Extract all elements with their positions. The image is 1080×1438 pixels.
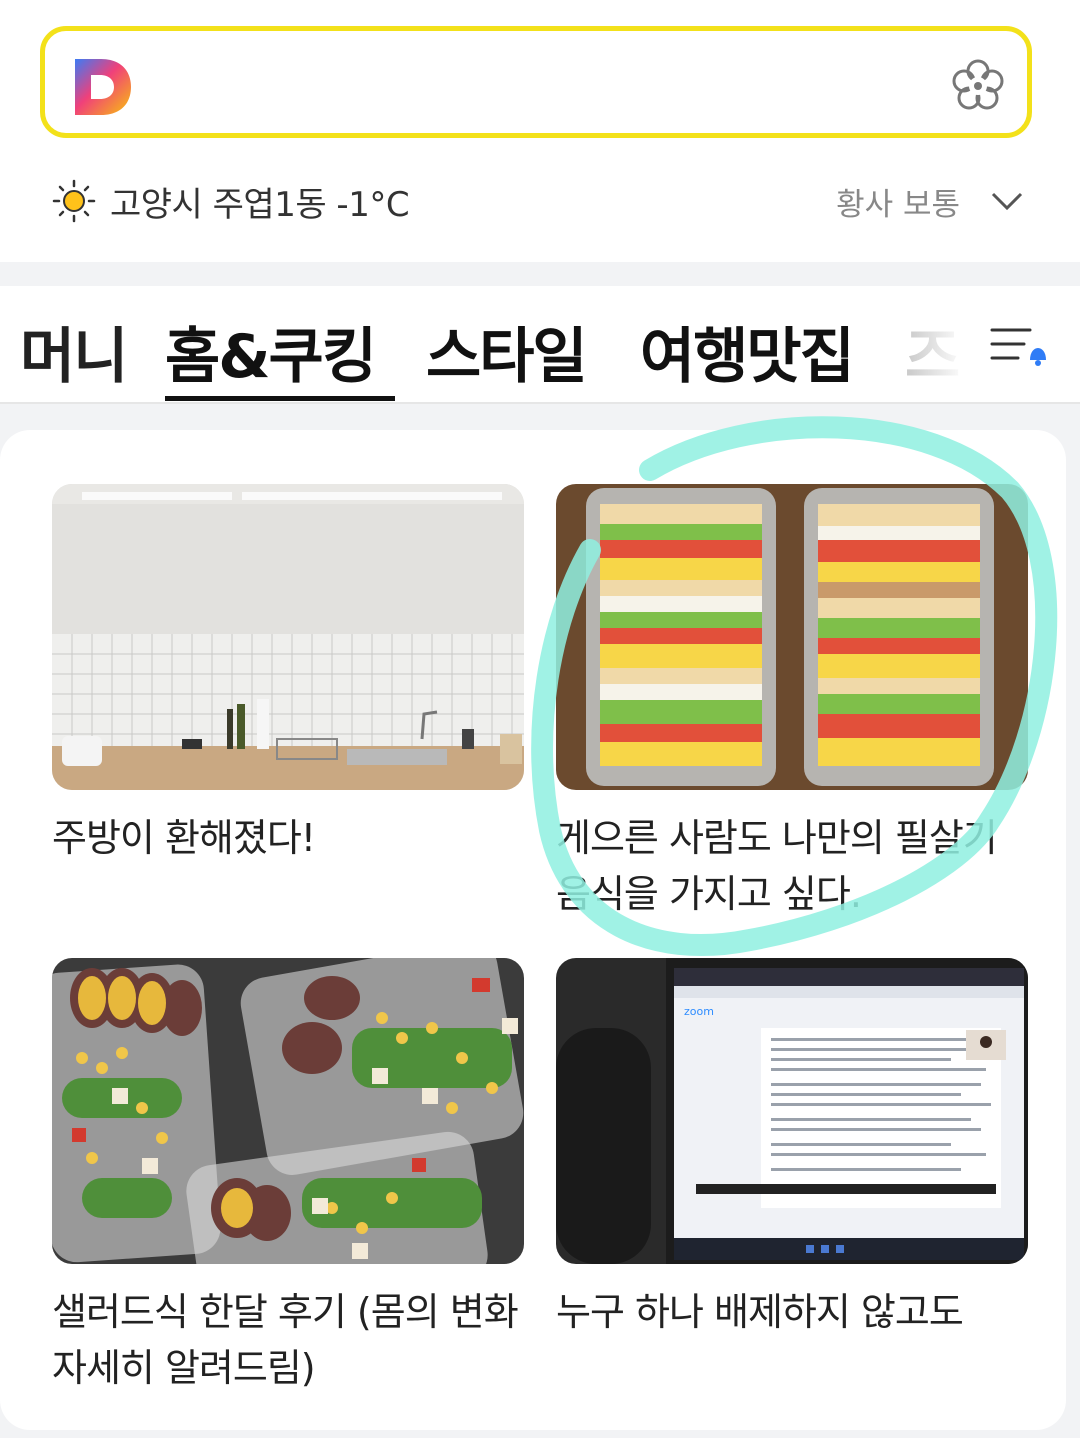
weather-location-temp: 고양시 주엽1동 -1°C	[110, 184, 410, 225]
tab-style[interactable]: 스타일	[426, 308, 588, 395]
article-item[interactable]: 게으른 사람도 나만의 필살기 음식을 가지고 싶다.	[556, 484, 1028, 922]
tab-home-cooking[interactable]: 홈&쿠킹	[165, 308, 377, 395]
content-card: 주방이 환해졌다! 게으른 사람도 나만의 필살기 음식을 가지고 싶다. 샐러…	[0, 430, 1066, 1430]
weather-widget[interactable]: 고양시 주엽1동 -1°C	[52, 176, 410, 226]
tab-money[interactable]: 머니	[20, 308, 128, 395]
category-tabs: 머니 홈&쿠킹 스타일 여행맛집 즈	[0, 286, 1080, 404]
search-box[interactable]	[40, 26, 1032, 138]
top-bar: 고양시 주엽1동 -1°C 황사 보통	[0, 0, 1080, 262]
article-title[interactable]: 게으른 사람도 나만의 필살기 음식을 가지고 싶다.	[556, 810, 1028, 922]
article-title[interactable]: 주방이 환해졌다!	[52, 810, 524, 866]
tab-travel-food[interactable]: 여행맛집	[640, 308, 855, 395]
article-thumbnail-kitchen[interactable]	[52, 484, 524, 790]
article-title[interactable]: 누구 하나 배제하지 않고도	[556, 1284, 1028, 1340]
article-title[interactable]: 샐러드식 한달 후기 (몸의 변화 자세히 알려드림)	[52, 1284, 524, 1396]
dust-status: 황사 보통	[836, 186, 960, 223]
daum-logo-icon[interactable]	[71, 55, 135, 119]
sun-icon	[52, 179, 96, 223]
chevron-down-icon[interactable]	[990, 190, 1024, 212]
article-thumbnail-sandwich[interactable]	[556, 484, 1028, 790]
article-thumbnail-zoom[interactable]: zoom	[556, 958, 1028, 1264]
article-item[interactable]: zoom 누구 하나 배제하지 않고도	[556, 958, 1028, 1340]
article-item[interactable]: 샐러드식 한달 후기 (몸의 변화 자세히 알려드림)	[52, 958, 524, 1396]
menu-alert-icon[interactable]	[990, 324, 1050, 368]
tab-fade	[890, 286, 1080, 402]
zoom-logo-text: zoom	[684, 1005, 714, 1018]
flower-icon[interactable]	[949, 57, 1007, 115]
active-tab-indicator	[165, 396, 395, 401]
article-item[interactable]: 주방이 환해졌다!	[52, 484, 524, 866]
dust-dropdown[interactable]: 황사 보통	[836, 176, 1024, 226]
article-thumbnail-salad[interactable]	[52, 958, 524, 1264]
